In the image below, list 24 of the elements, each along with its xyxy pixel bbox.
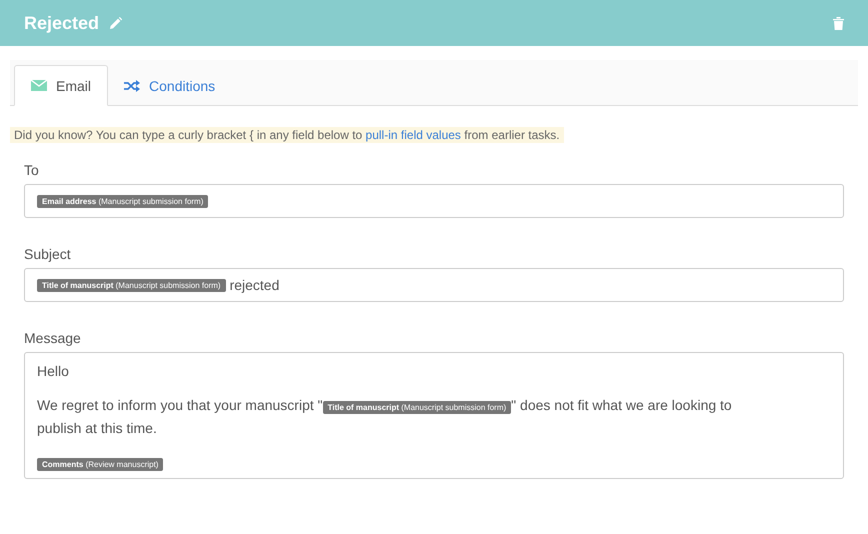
delete-icon[interactable]	[833, 16, 844, 30]
field-token: Email address (Manuscript submission form)	[37, 194, 208, 208]
message-text: Hello	[37, 363, 69, 379]
message-text: We regret to inform you that your manuscript "	[37, 397, 323, 413]
envelope-icon	[31, 80, 47, 91]
message-text: " does not fit what we are looking to	[511, 397, 732, 413]
field-text: rejected	[230, 277, 280, 293]
field-token: Title of manuscript (Manuscript submission form)	[322, 401, 512, 414]
pull-in-link[interactable]: pull-in field values	[366, 128, 461, 142]
edit-icon[interactable]	[109, 16, 122, 30]
field-token: Comments (Review manuscript)	[37, 458, 164, 471]
input-field[interactable]: Email address (Manuscript submission form)	[24, 184, 844, 218]
tip-text: Did you know? You can type a curly bracket { in any field below to pull-in field values from earlier tasks.	[10, 127, 564, 143]
shuffle-icon	[124, 80, 140, 92]
field-token: Title of manuscript (Manuscript submission form)	[37, 278, 226, 292]
field-label: Message	[24, 330, 82, 346]
tab[interactable]: Conditions	[108, 65, 232, 106]
field-label: To	[24, 162, 40, 178]
input-field[interactable]: Title of manuscript (Manuscript submission form) rejected	[24, 268, 844, 302]
message-field[interactable]: Hello We regret to inform you that your manuscript " Title of manuscript (Manuscript submission form) " does not fit what we are looking to publish at this time. Comments (Review manuscript)	[24, 352, 844, 479]
field-label: Subject	[24, 246, 72, 262]
message-text: publish at this time.	[37, 420, 157, 436]
tab[interactable]: Email	[14, 65, 108, 106]
task-title: Rejected	[24, 12, 100, 34]
